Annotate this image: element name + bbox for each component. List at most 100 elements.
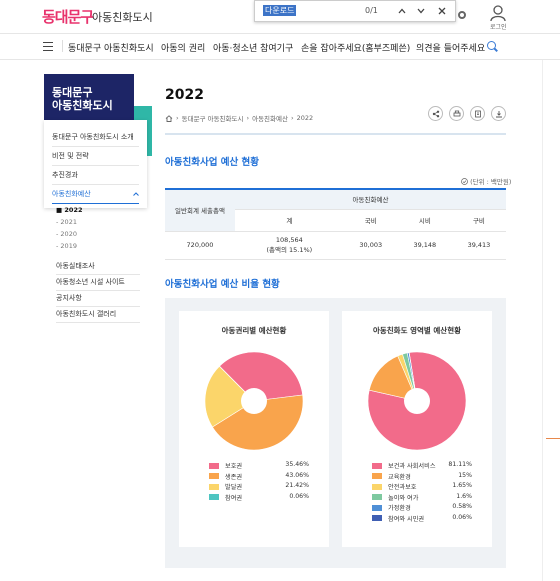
legend-value: 15% — [458, 471, 472, 479]
sidebar-link-gallery[interactable]: 아동친화도시 갤러리 — [56, 306, 140, 323]
nav-divider — [62, 40, 63, 52]
table-header: 국비 — [343, 209, 398, 232]
legend-label: 생존권 — [225, 473, 243, 481]
gear-icon[interactable] — [458, 11, 466, 19]
legend-swatch — [372, 515, 382, 521]
table-header: 아동친화예산 — [235, 188, 506, 210]
find-bar: 다운로드 0/1 — [254, 0, 456, 22]
sidebar-sub-item[interactable]: - 2019 — [56, 242, 77, 250]
pie-hole — [404, 388, 430, 414]
breadcrumb-item[interactable]: 동대문구 아동친화도시 — [182, 113, 244, 123]
legend-swatch — [209, 462, 219, 469]
user-icon[interactable] — [489, 4, 507, 22]
table-header: 계 — [235, 209, 344, 232]
table-cell: 39,148 — [397, 231, 452, 260]
title-divider — [165, 133, 506, 135]
sidebar-item-budget[interactable]: 아동친화예산 — [52, 185, 139, 204]
menu-icon[interactable] — [43, 42, 53, 51]
table-header: 시비 — [397, 209, 452, 232]
legend-item: 안전과보호 1.65% — [372, 482, 472, 493]
sidebar-sub-item[interactable]: - 2021 — [56, 218, 77, 226]
chart-card-rights: 아동권리별 예산현황 보호권 35.46% 생존권 43.06% 발달권 21.42% 참여… — [179, 311, 329, 547]
nav-item-rights[interactable]: 아동의 권리 — [161, 41, 205, 54]
legend-label: 참여권 — [225, 494, 243, 502]
sidebar-sub-item[interactable]: - 2020 — [56, 230, 77, 238]
legend-swatch — [209, 483, 219, 490]
sidebar-item-intro[interactable]: 동대문구 아동친화도시 소개 — [52, 128, 139, 147]
sidebar-sub-item[interactable]: ■ 2022 — [56, 206, 83, 214]
legend-value: 1.6% — [456, 492, 472, 500]
find-prev-icon[interactable] — [395, 4, 409, 18]
legend-value: 1.65% — [452, 482, 472, 489]
search-icon[interactable] — [487, 41, 496, 50]
sidebar-link-survey[interactable]: 아동실태조사 — [56, 258, 140, 275]
nav-item-help[interactable]: 손을 잡아주세요(홈부즈페쓴) — [301, 41, 410, 54]
site-name[interactable]: 아동친화도시 — [92, 9, 153, 25]
legend-label: 보건과 사회서비스 — [388, 463, 436, 470]
find-next-icon[interactable] — [414, 4, 428, 18]
legend-item: 보호권 35.46% — [209, 461, 309, 472]
sidebar-menu: 동대문구 아동친화도시 소개 비전 및 전략 추진경과 아동친화예산 — [44, 120, 147, 208]
chart-title: 아동권리별 예산현황 — [221, 326, 287, 335]
find-input[interactable]: 다운로드 — [263, 5, 297, 16]
table-header: 일반회계 세출총액 — [165, 188, 235, 232]
download-icon[interactable] — [491, 106, 506, 121]
breadcrumb-item: 2022 — [296, 114, 314, 122]
nav-item-about[interactable]: 동대문구 아동친화도시 — [68, 41, 154, 54]
legend-swatch — [372, 494, 382, 500]
home-icon[interactable] — [165, 114, 173, 122]
section-title-budget: 아동친화사업 예산 현황 — [165, 157, 260, 168]
legend-item: 참여권 0.06% — [209, 493, 309, 504]
main-nav: 동대문구 아동친화도시 아동의 권리 아동·청소년 참여기구 손을 잡아주세요(… — [0, 34, 560, 60]
scrap-icon[interactable] — [470, 106, 485, 121]
legend-item: 보건과 사회서비스 81.11% — [372, 461, 472, 472]
chart-card-areas: 아동친화도 영역별 예산현황 보건과 사회서비스 81.11% 교육환경 15% 안전과… — [342, 311, 492, 547]
budget-table: 일반회계 세출총액 아동친화예산 계 국비 시비 구비 720,000 108,… — [165, 188, 506, 260]
legend-value: 0.58% — [452, 503, 472, 510]
sidebar-item-vision[interactable]: 비전 및 전략 — [52, 147, 139, 166]
legend-label: 보호권 — [225, 463, 243, 470]
legend-swatch — [209, 494, 219, 500]
sidebar-link-facilities[interactable]: 아동청소년 시설 사이트 — [56, 274, 140, 291]
breadcrumb: › 동대문구 아동친화도시 › 아동친화예산 › 2022 — [165, 113, 313, 123]
print-icon[interactable] — [449, 106, 464, 121]
table-header: 구비 — [451, 209, 506, 232]
table-row: 720,000 108,564 (총액의 15.1%) 30,003 39,148… — [165, 231, 506, 260]
page-title: 2022 — [165, 87, 204, 103]
share-icon[interactable] — [428, 106, 443, 121]
pie-hole — [241, 388, 267, 414]
login-link[interactable]: 로그인 — [490, 22, 507, 31]
legend-item: 생존권 43.06% — [209, 472, 309, 483]
legend-swatch — [209, 473, 219, 479]
site-header: 동대문구 아동친화도시 다운로드 0/1 로그인 — [0, 0, 560, 34]
find-close-icon[interactable] — [435, 4, 449, 18]
legend-item: 가정환경 0.58% — [372, 503, 472, 514]
find-count: 0/1 — [365, 6, 378, 15]
chevron-up-icon — [133, 192, 139, 196]
nav-item-youth-council[interactable]: 아동·청소년 참여기구 — [213, 41, 293, 54]
legend-label: 놀이와 여가 — [388, 494, 419, 502]
legend-swatch — [372, 504, 382, 511]
chart-title: 아동친화도 영역별 예산현황 — [372, 326, 462, 335]
legend-value: 81.11% — [448, 461, 472, 468]
legend-label: 발달권 — [225, 484, 243, 491]
sidebar-link-notice[interactable]: 공지사항 — [56, 290, 140, 307]
legend-value: 35.46% — [285, 461, 309, 468]
legend-item: 참여와 시민권 0.06% — [372, 514, 472, 525]
table-cell: 30,003 — [343, 231, 398, 260]
legend-swatch — [372, 483, 382, 490]
legend-swatch — [372, 473, 382, 479]
chart-legend: 보호권 35.46% 생존권 43.06% 발달권 21.42% 참여권 0.06% — [209, 461, 309, 503]
legend-item: 놀이와 여가 1.6% — [372, 493, 472, 504]
legend-label: 교육환경 — [388, 473, 411, 481]
legend-label: 가정환경 — [388, 505, 411, 512]
unit-label: (단위 : 백만원) — [461, 176, 511, 186]
table-cell: 39,413 — [451, 231, 506, 260]
site-logo[interactable]: 동대문구 — [42, 6, 94, 27]
check-circle-icon — [461, 178, 468, 185]
nav-item-opinion[interactable]: 의견을 들어주세요 — [416, 41, 485, 54]
legend-item: 발달권 21.42% — [209, 482, 309, 493]
legend-item: 교육환경 15% — [372, 472, 472, 483]
breadcrumb-item[interactable]: 아동친화예산 — [252, 113, 288, 123]
sidebar-item-progress[interactable]: 추진경과 — [52, 166, 139, 185]
